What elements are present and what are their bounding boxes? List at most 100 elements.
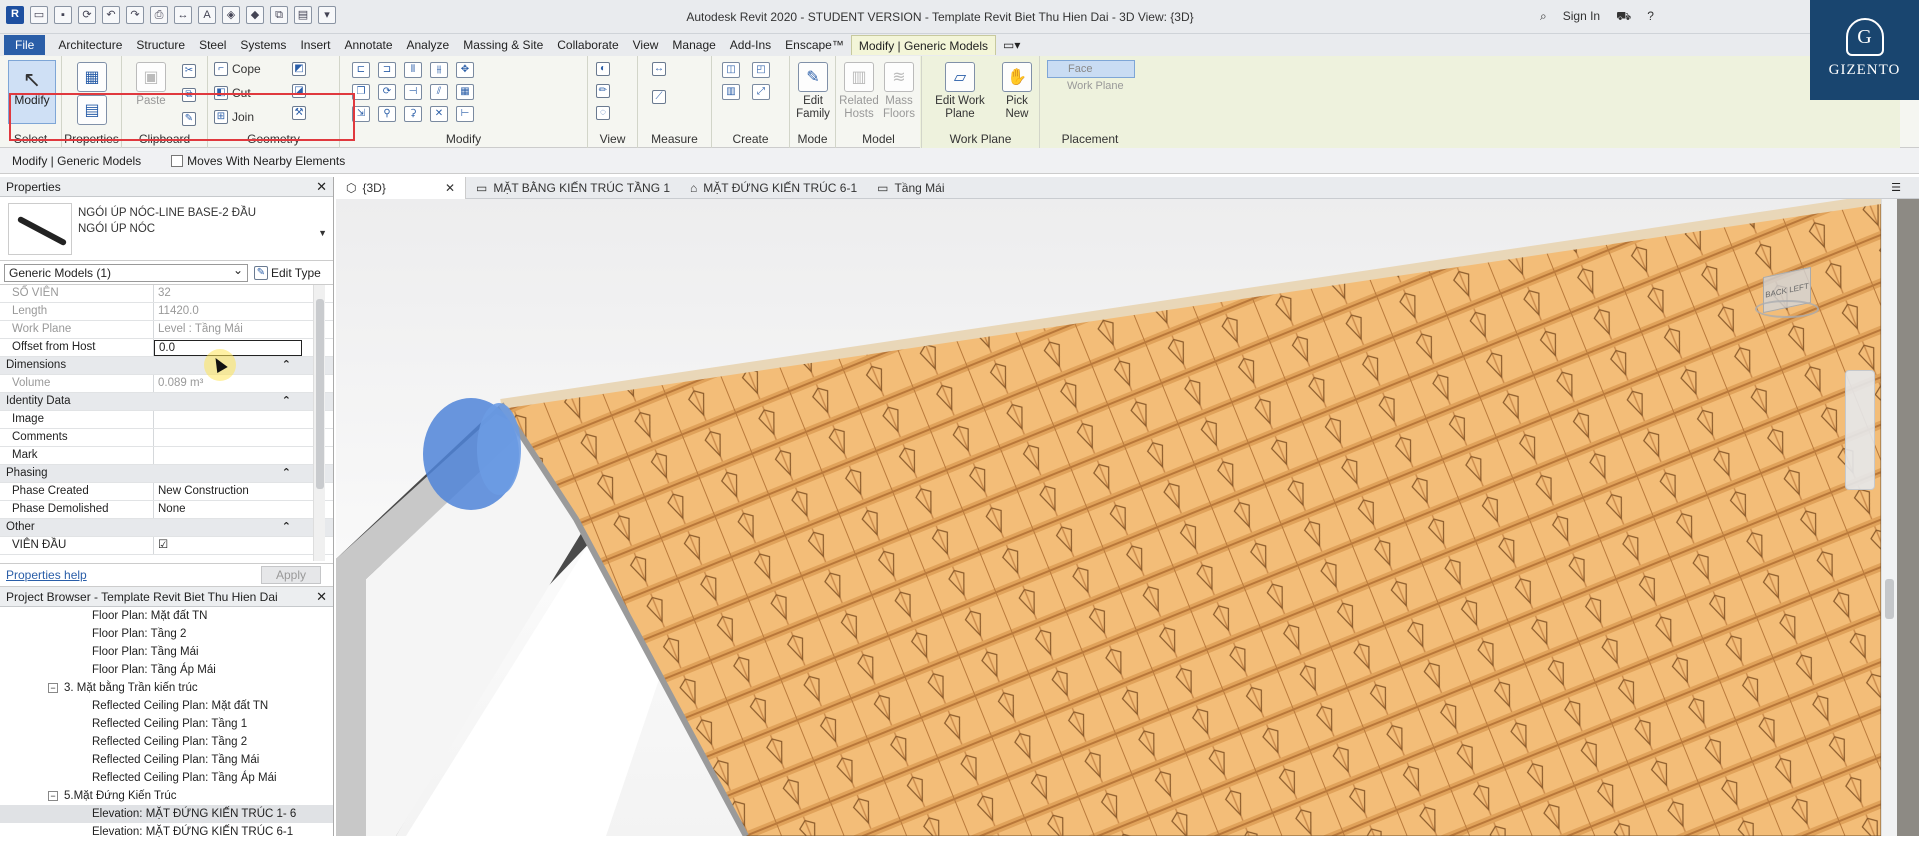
linework-icon[interactable]: ✏	[596, 84, 610, 98]
measure-icon[interactable]: ↔	[174, 6, 192, 24]
collapse-toggle-icon[interactable]: −	[48, 791, 58, 801]
tab-manage[interactable]: Manage	[665, 35, 722, 55]
viewport-scrollbar[interactable]	[1881, 199, 1897, 836]
pin-icon[interactable]: ⚲	[378, 106, 396, 122]
create-group-icon[interactable]: ▥	[722, 84, 740, 100]
offset-icon[interactable]: ⊐	[378, 62, 396, 78]
property-group[interactable]: Other	[0, 519, 333, 537]
rotate-icon[interactable]: ⟳	[378, 84, 396, 100]
browser-item[interactable]: Floor Plan: Tầng 2	[0, 625, 333, 643]
property-row[interactable]: Image	[0, 411, 333, 429]
browser-item[interactable]: Reflected Ceiling Plan: Tầng Mái	[0, 751, 333, 769]
mass-floors-button[interactable]: ≋ Mass Floors	[876, 62, 922, 121]
moves-with-nearby-checkbox[interactable]: Moves With Nearby Elements	[171, 154, 345, 168]
unpin-icon[interactable]: ⚳	[404, 106, 422, 122]
property-row[interactable]: SỐ VIÊN 32	[0, 285, 333, 303]
properties-close-icon[interactable]: ✕	[316, 177, 327, 197]
tab-insert[interactable]: Insert	[293, 35, 337, 55]
tab-add-ins[interactable]: Add-Ins	[723, 35, 778, 55]
project-browser-close-icon[interactable]: ✕	[316, 587, 327, 607]
property-row[interactable]: Volume 0.089 m³	[0, 375, 333, 393]
property-value[interactable]	[154, 447, 304, 464]
viewport-scrollbar-thumb[interactable]	[1885, 579, 1894, 619]
view-tab-3d[interactable]: ⬡ {3D} ✕	[336, 176, 466, 199]
viewcube[interactable]: BACK LEFT	[1755, 262, 1819, 318]
array-icon[interactable]: ▦	[456, 84, 474, 100]
view-tab-close-icon[interactable]: ✕	[407, 177, 455, 199]
browser-item[interactable]: Floor Plan: Mặt đất TN	[0, 607, 333, 625]
property-row[interactable]: Length 11420.0	[0, 303, 333, 321]
browser-item[interactable]: Reflected Ceiling Plan: Tầng 2	[0, 733, 333, 751]
tab-modify-generic-models[interactable]: Modify | Generic Models	[850, 35, 997, 55]
view-tab-mat-bang-tang-1[interactable]: ▭ MẶT BẰNG KIẾN TRÚC TẦNG 1	[466, 177, 680, 199]
hide-icon[interactable]: ◌	[596, 106, 610, 120]
tab-architecture[interactable]: Architecture	[51, 35, 129, 55]
property-row[interactable]: Work Plane Level : Tầng Mái	[0, 321, 333, 339]
sync-icon[interactable]: ⟳	[78, 6, 96, 24]
3d-viewport[interactable]	[336, 199, 1881, 836]
tab-annotate[interactable]: Annotate	[337, 35, 399, 55]
property-row[interactable]: Comments	[0, 429, 333, 447]
apply-button[interactable]: Apply	[261, 566, 321, 584]
browser-item[interactable]: Elevation: MẶT ĐỨNG KIẾN TRÚC 1- 6	[0, 805, 333, 823]
trim-icon[interactable]: ⊣	[404, 84, 422, 100]
cut-clipboard-icon[interactable]: ✂	[182, 64, 196, 78]
view-tab-tang-mai[interactable]: ▭ Tầng Mái	[867, 177, 954, 199]
create-parts-icon[interactable]: ◰	[752, 62, 770, 78]
mirror-draw-icon[interactable]: ⫵	[430, 62, 448, 78]
tab-systems[interactable]: Systems	[233, 35, 293, 55]
type-selector[interactable]: NGÓI ÚP NÓC-LINE BASE-2 ĐẦU NGÓI ÚP NÓC …	[0, 197, 333, 261]
property-value[interactable]: New Construction	[154, 483, 304, 500]
browser-item[interactable]: Floor Plan: Tầng Mái	[0, 643, 333, 661]
split-icon[interactable]: ⫽	[430, 84, 448, 100]
browser-item[interactable]: Reflected Ceiling Plan: Tầng 1	[0, 715, 333, 733]
collapse-toggle-icon[interactable]: −	[48, 683, 58, 693]
print-icon[interactable]: ⎙	[150, 6, 168, 24]
properties-scrollbar[interactable]	[313, 285, 325, 561]
create-assembly-icon[interactable]: ◫	[722, 62, 740, 78]
tab-enscape[interactable]: Enscape™	[778, 35, 851, 55]
switch-windows-icon[interactable]: ▤	[294, 6, 312, 24]
browser-item[interactable]: −5.Mặt Đứng Kiến Trúc	[0, 787, 333, 805]
property-row[interactable]: Phase Created New Construction	[0, 483, 333, 501]
tab-collaborate[interactable]: Collaborate	[550, 35, 625, 55]
override-graphics-icon[interactable]: ◐	[596, 62, 610, 76]
help-icon[interactable]: ?	[1647, 9, 1654, 25]
tab-steel[interactable]: Steel	[192, 35, 233, 55]
instance-filter-select[interactable]: Generic Models (1)	[4, 262, 248, 282]
mirror-pick-icon[interactable]: ⫴	[404, 62, 422, 78]
align-icon[interactable]: ⊏	[352, 62, 370, 78]
cope-button[interactable]: ⌐ Cope	[214, 62, 261, 76]
move-icon[interactable]: ✥	[456, 62, 474, 78]
property-group[interactable]: Dimensions	[0, 357, 333, 375]
browser-item[interactable]: Reflected Ceiling Plan: Tầng Áp Mái	[0, 769, 333, 787]
edit-family-button[interactable]: ✎ Edit Family	[790, 62, 836, 121]
section-icon[interactable]: ◆	[246, 6, 264, 24]
property-row[interactable]: Mark	[0, 447, 333, 465]
property-group[interactable]: Identity Data	[0, 393, 333, 411]
undo-icon[interactable]: ↶	[102, 6, 120, 24]
tab-massing-site[interactable]: Massing & Site	[456, 35, 550, 55]
checkbox-box[interactable]	[171, 154, 184, 167]
revit-logo-icon[interactable]: R	[6, 6, 24, 24]
create-similar-icon[interactable]: ⤢	[752, 84, 770, 100]
3d-view-icon[interactable]: ◈	[222, 6, 240, 24]
trim-extend-icon[interactable]: ⊢	[456, 106, 474, 122]
binoculars-icon[interactable]: ⌕	[1540, 9, 1547, 25]
text-icon[interactable]: A	[198, 6, 216, 24]
edit-type-button[interactable]: ✎ Edit Type	[254, 265, 321, 280]
aligned-dimension-icon[interactable]: ⟋	[652, 90, 666, 104]
customize-qat-icon[interactable]: ▾	[318, 6, 336, 24]
close-hidden-icon[interactable]: ⧉	[270, 6, 288, 24]
browser-item[interactable]: Floor Plan: Tầng Áp Mái	[0, 661, 333, 679]
properties-scrollbar-thumb[interactable]	[316, 299, 324, 489]
property-value[interactable]	[154, 411, 304, 428]
properties-help-link[interactable]: Properties help	[6, 568, 87, 582]
pick-new-button[interactable]: ✋ Pick New	[994, 62, 1040, 121]
edit-work-plane-button[interactable]: ▱ Edit Work Plane	[932, 62, 988, 121]
property-value[interactable]	[154, 429, 304, 446]
viewcube-compass-ring[interactable]	[1755, 300, 1819, 318]
property-value[interactable]: None	[154, 501, 304, 518]
split-face-icon[interactable]: ◩	[292, 62, 306, 76]
sign-in-link[interactable]: Sign In	[1563, 9, 1600, 25]
